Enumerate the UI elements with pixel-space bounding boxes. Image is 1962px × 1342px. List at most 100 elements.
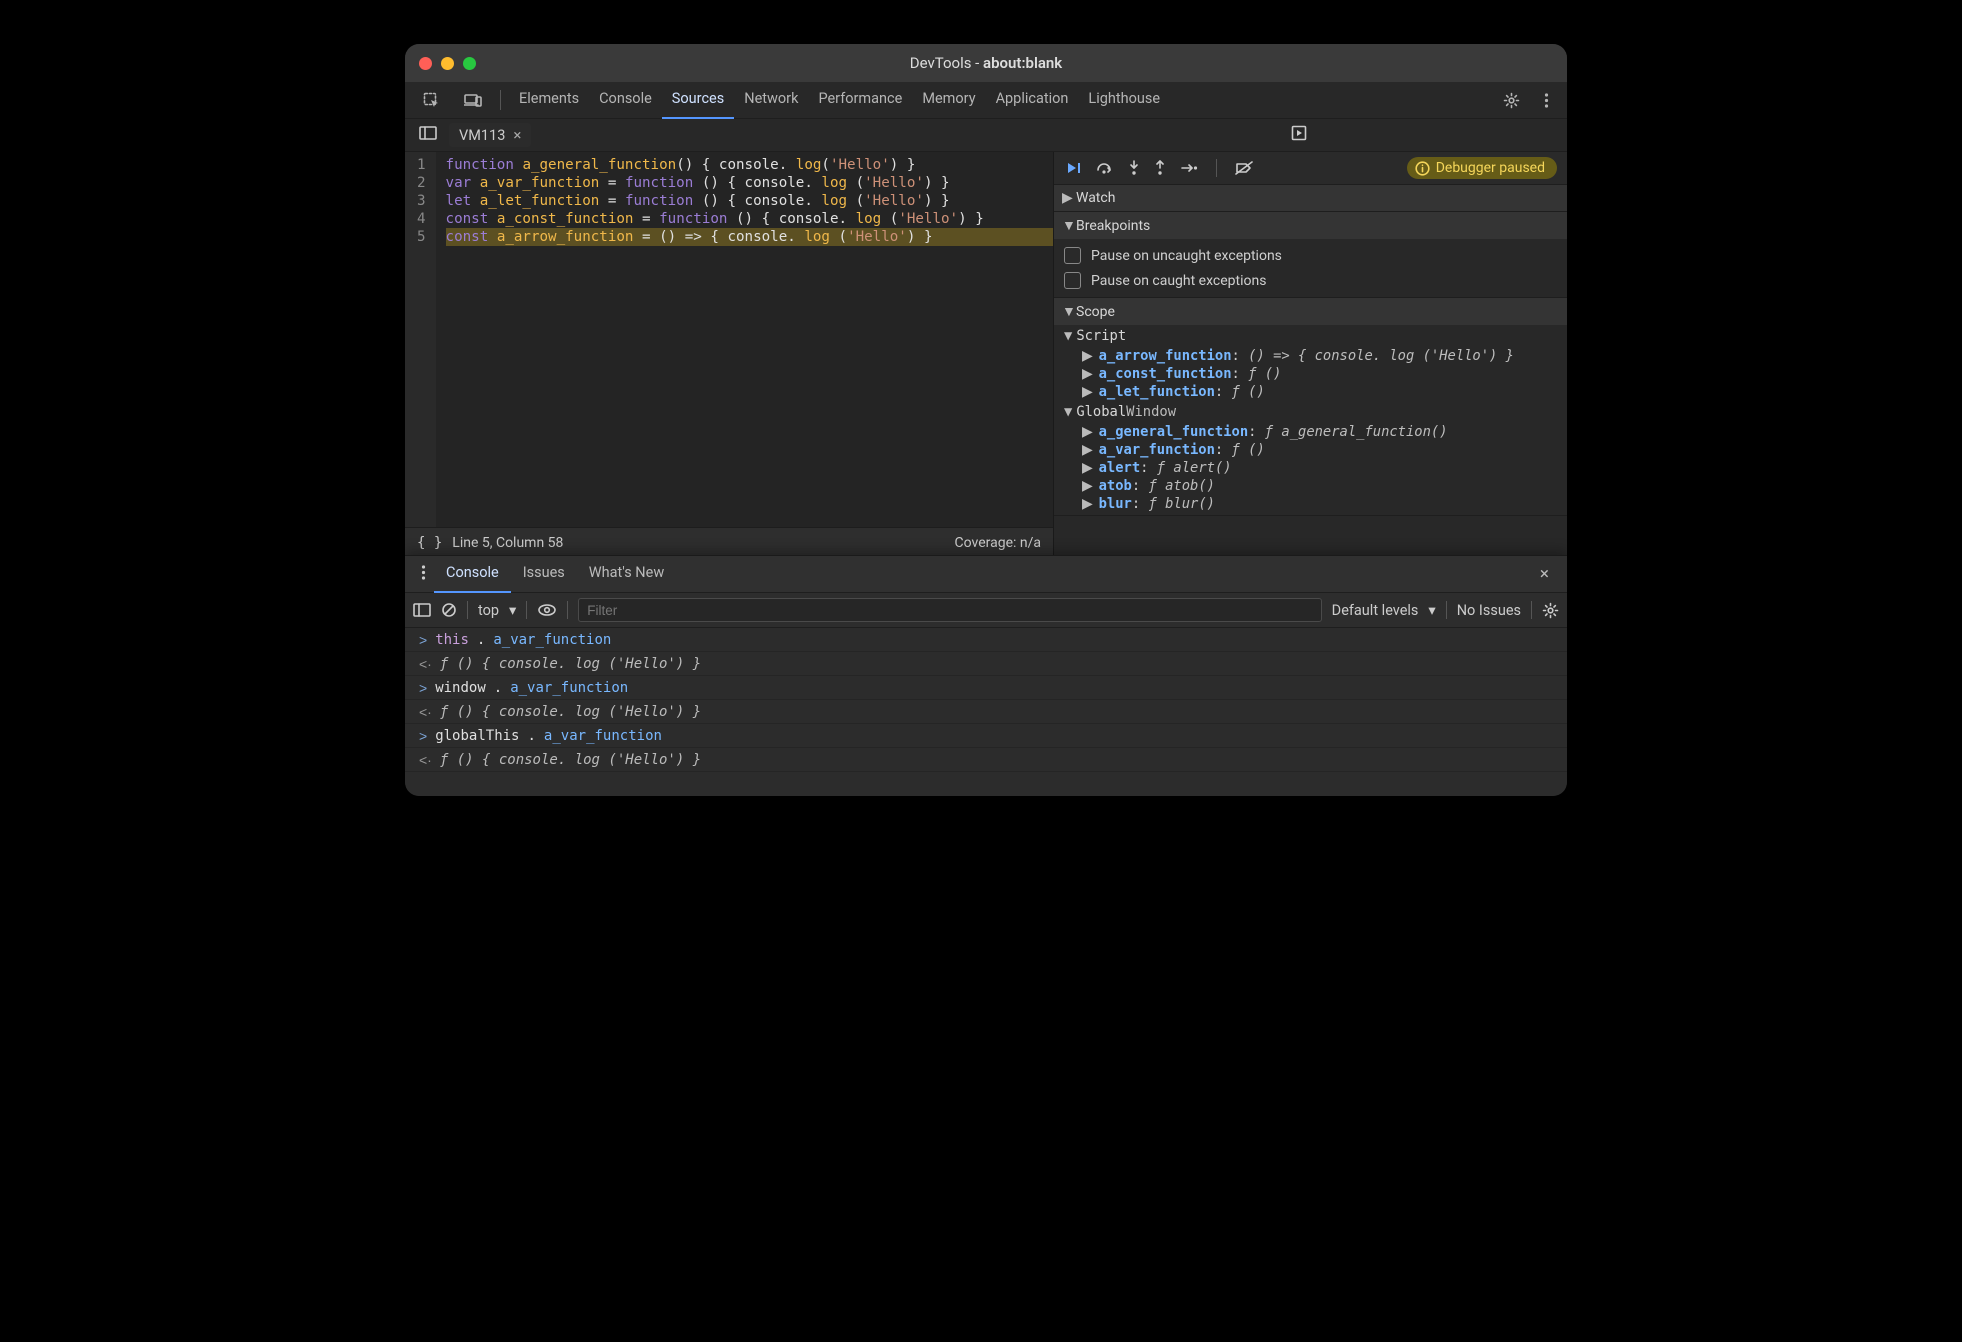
settings-icon[interactable]: [1493, 82, 1530, 118]
drawer-more-icon[interactable]: [413, 564, 434, 585]
console-row[interactable]: >window.a_var_function: [405, 676, 1567, 700]
console-filter-input[interactable]: [578, 598, 1321, 622]
file-tab[interactable]: VM113 ×: [449, 123, 531, 147]
caret-right-icon: ▶: [1082, 460, 1093, 476]
drawer-tab-console[interactable]: Console: [434, 555, 511, 593]
console-sidebar-toggle-icon[interactable]: [413, 603, 431, 617]
code-area[interactable]: function a_general_function() { console.…: [436, 152, 1053, 527]
main-tab-memory[interactable]: Memory: [912, 81, 985, 117]
drawer-close-icon[interactable]: ×: [1530, 564, 1559, 584]
close-window-icon[interactable]: [419, 57, 432, 70]
checkbox-icon[interactable]: [1064, 247, 1081, 264]
main-tab-sources[interactable]: Sources: [662, 81, 734, 119]
coverage-status: Coverage: n/a: [955, 535, 1041, 551]
code-line[interactable]: var a_var_function = function () { conso…: [446, 174, 1053, 192]
drawer-tab-what-s-new[interactable]: What's New: [577, 555, 676, 591]
debugger-pane: Debugger paused ▶Watch ▼Breakpoints Paus…: [1054, 152, 1567, 558]
close-tab-icon[interactable]: ×: [513, 126, 521, 144]
main-tab-network[interactable]: Network: [734, 81, 808, 117]
code-editor[interactable]: 12345 function a_general_function() { co…: [405, 152, 1053, 527]
more-icon[interactable]: [1534, 82, 1559, 118]
console-row[interactable]: >globalThis.a_var_function: [405, 724, 1567, 748]
console-row[interactable]: <·ƒ () { console. log ('Hello') }: [405, 700, 1567, 724]
console-output-icon: <·: [419, 704, 432, 720]
console-input-icon: >: [419, 680, 427, 696]
device-toolbar-icon[interactable]: [454, 82, 492, 118]
drawer: ConsoleIssuesWhat's New × top▾ Default l…: [405, 555, 1567, 796]
log-levels-selector[interactable]: Default levels▾: [1332, 602, 1436, 619]
title-bar: DevTools - about:blank: [405, 44, 1567, 82]
caret-right-icon: ▶: [1082, 442, 1093, 458]
execution-context-selector[interactable]: top▾: [478, 602, 516, 619]
scope-header[interactable]: ▼Scope: [1054, 298, 1567, 325]
caret-right-icon: ▶: [1082, 478, 1093, 494]
step-over-icon[interactable]: [1096, 161, 1114, 175]
live-expression-icon[interactable]: [537, 603, 557, 617]
scope-section: ▼Scope ▼Script▶a_arrow_function: () => {…: [1054, 298, 1567, 516]
main-toolbar: ElementsConsoleSourcesNetworkPerformance…: [405, 82, 1567, 119]
issues-link[interactable]: No Issues: [1457, 602, 1521, 619]
caret-right-icon: ▶: [1062, 190, 1072, 206]
breakpoints-header[interactable]: ▼Breakpoints: [1054, 212, 1567, 239]
cursor-position: Line 5, Column 58: [452, 535, 563, 551]
main-tab-performance[interactable]: Performance: [808, 81, 912, 117]
breakpoint-option-label: Pause on uncaught exceptions: [1091, 248, 1282, 264]
file-tab-bar: VM113 ×: [405, 119, 1567, 152]
file-tab-label: VM113: [459, 127, 505, 144]
console-input-icon: >: [419, 728, 427, 744]
scope-variable[interactable]: ▶a_let_function: ƒ (): [1054, 383, 1567, 401]
scope-variable[interactable]: ▶a_var_function: ƒ (): [1054, 441, 1567, 459]
scope-variable[interactable]: ▶a_const_function: ƒ (): [1054, 365, 1567, 383]
drawer-tab-issues[interactable]: Issues: [511, 555, 577, 591]
breakpoint-option[interactable]: Pause on caught exceptions: [1054, 268, 1567, 293]
main-tab-console[interactable]: Console: [589, 81, 662, 117]
scope-variable[interactable]: ▶a_general_function: ƒ a_general_functio…: [1054, 423, 1567, 441]
caret-down-icon: ▼: [1062, 217, 1072, 234]
scope-global-header[interactable]: ▼GlobalWindow: [1054, 401, 1567, 423]
main-tab-lighthouse[interactable]: Lighthouse: [1078, 81, 1170, 117]
debugger-toolbar: Debugger paused: [1054, 152, 1567, 185]
scope-script-header[interactable]: ▼Script: [1054, 325, 1567, 347]
console-row[interactable]: <·ƒ () { console. log ('Hello') }: [405, 748, 1567, 772]
step-out-icon[interactable]: [1154, 160, 1166, 176]
scope-variable[interactable]: ▶blur: ƒ blur(): [1054, 495, 1567, 513]
step-icon[interactable]: [1180, 162, 1198, 174]
code-line[interactable]: let a_let_function = function () { conso…: [446, 192, 1053, 210]
step-into-icon[interactable]: [1128, 160, 1140, 176]
scope-variable[interactable]: ▶alert: ƒ alert(): [1054, 459, 1567, 477]
snippet-run-icon[interactable]: [1291, 125, 1307, 145]
pretty-print-icon[interactable]: { }: [417, 535, 442, 551]
deactivate-breakpoints-icon[interactable]: [1235, 161, 1253, 175]
code-line[interactable]: const a_const_function = function () { c…: [446, 210, 1053, 228]
caret-right-icon: ▶: [1082, 496, 1093, 512]
scope-variable[interactable]: ▶atob: ƒ atob(): [1054, 477, 1567, 495]
scope-variable[interactable]: ▶a_arrow_function: () => { console. log …: [1054, 347, 1567, 365]
main-tab-application[interactable]: Application: [986, 81, 1079, 117]
clear-console-icon[interactable]: [441, 602, 457, 618]
watch-section[interactable]: ▶Watch: [1054, 185, 1567, 212]
caret-down-icon: ▼: [1062, 303, 1072, 320]
breakpoint-option-label: Pause on caught exceptions: [1091, 273, 1266, 289]
debugger-sections: ▶Watch ▼Breakpoints Pause on uncaught ex…: [1054, 185, 1567, 558]
console-settings-icon[interactable]: [1542, 602, 1559, 619]
caret-down-icon: ▼: [1064, 328, 1072, 344]
maximize-window-icon[interactable]: [463, 57, 476, 70]
code-line[interactable]: const a_arrow_function = () => { console…: [446, 228, 1053, 246]
breakpoint-option[interactable]: Pause on uncaught exceptions: [1054, 243, 1567, 268]
devtools-window: DevTools - about:blank ElementsConsoleSo…: [405, 44, 1567, 796]
resume-icon[interactable]: [1066, 161, 1082, 175]
info-icon: [1415, 161, 1430, 176]
inspect-icon[interactable]: [413, 82, 450, 118]
main-tab-elements[interactable]: Elements: [509, 81, 589, 117]
navigator-toggle-icon[interactable]: [411, 126, 445, 144]
caret-down-icon: ▼: [1064, 404, 1072, 420]
minimize-window-icon[interactable]: [441, 57, 454, 70]
console-row[interactable]: >this.a_var_function: [405, 628, 1567, 652]
caret-right-icon: ▶: [1082, 384, 1093, 400]
console-row[interactable]: <·ƒ () { console. log ('Hello') }: [405, 652, 1567, 676]
checkbox-icon[interactable]: [1064, 272, 1081, 289]
console-input-icon: >: [419, 632, 427, 648]
line-gutter: 12345: [405, 152, 436, 527]
console-output[interactable]: >this.a_var_function<·ƒ () { console. lo…: [405, 628, 1567, 796]
code-line[interactable]: function a_general_function() { console.…: [446, 156, 1053, 174]
